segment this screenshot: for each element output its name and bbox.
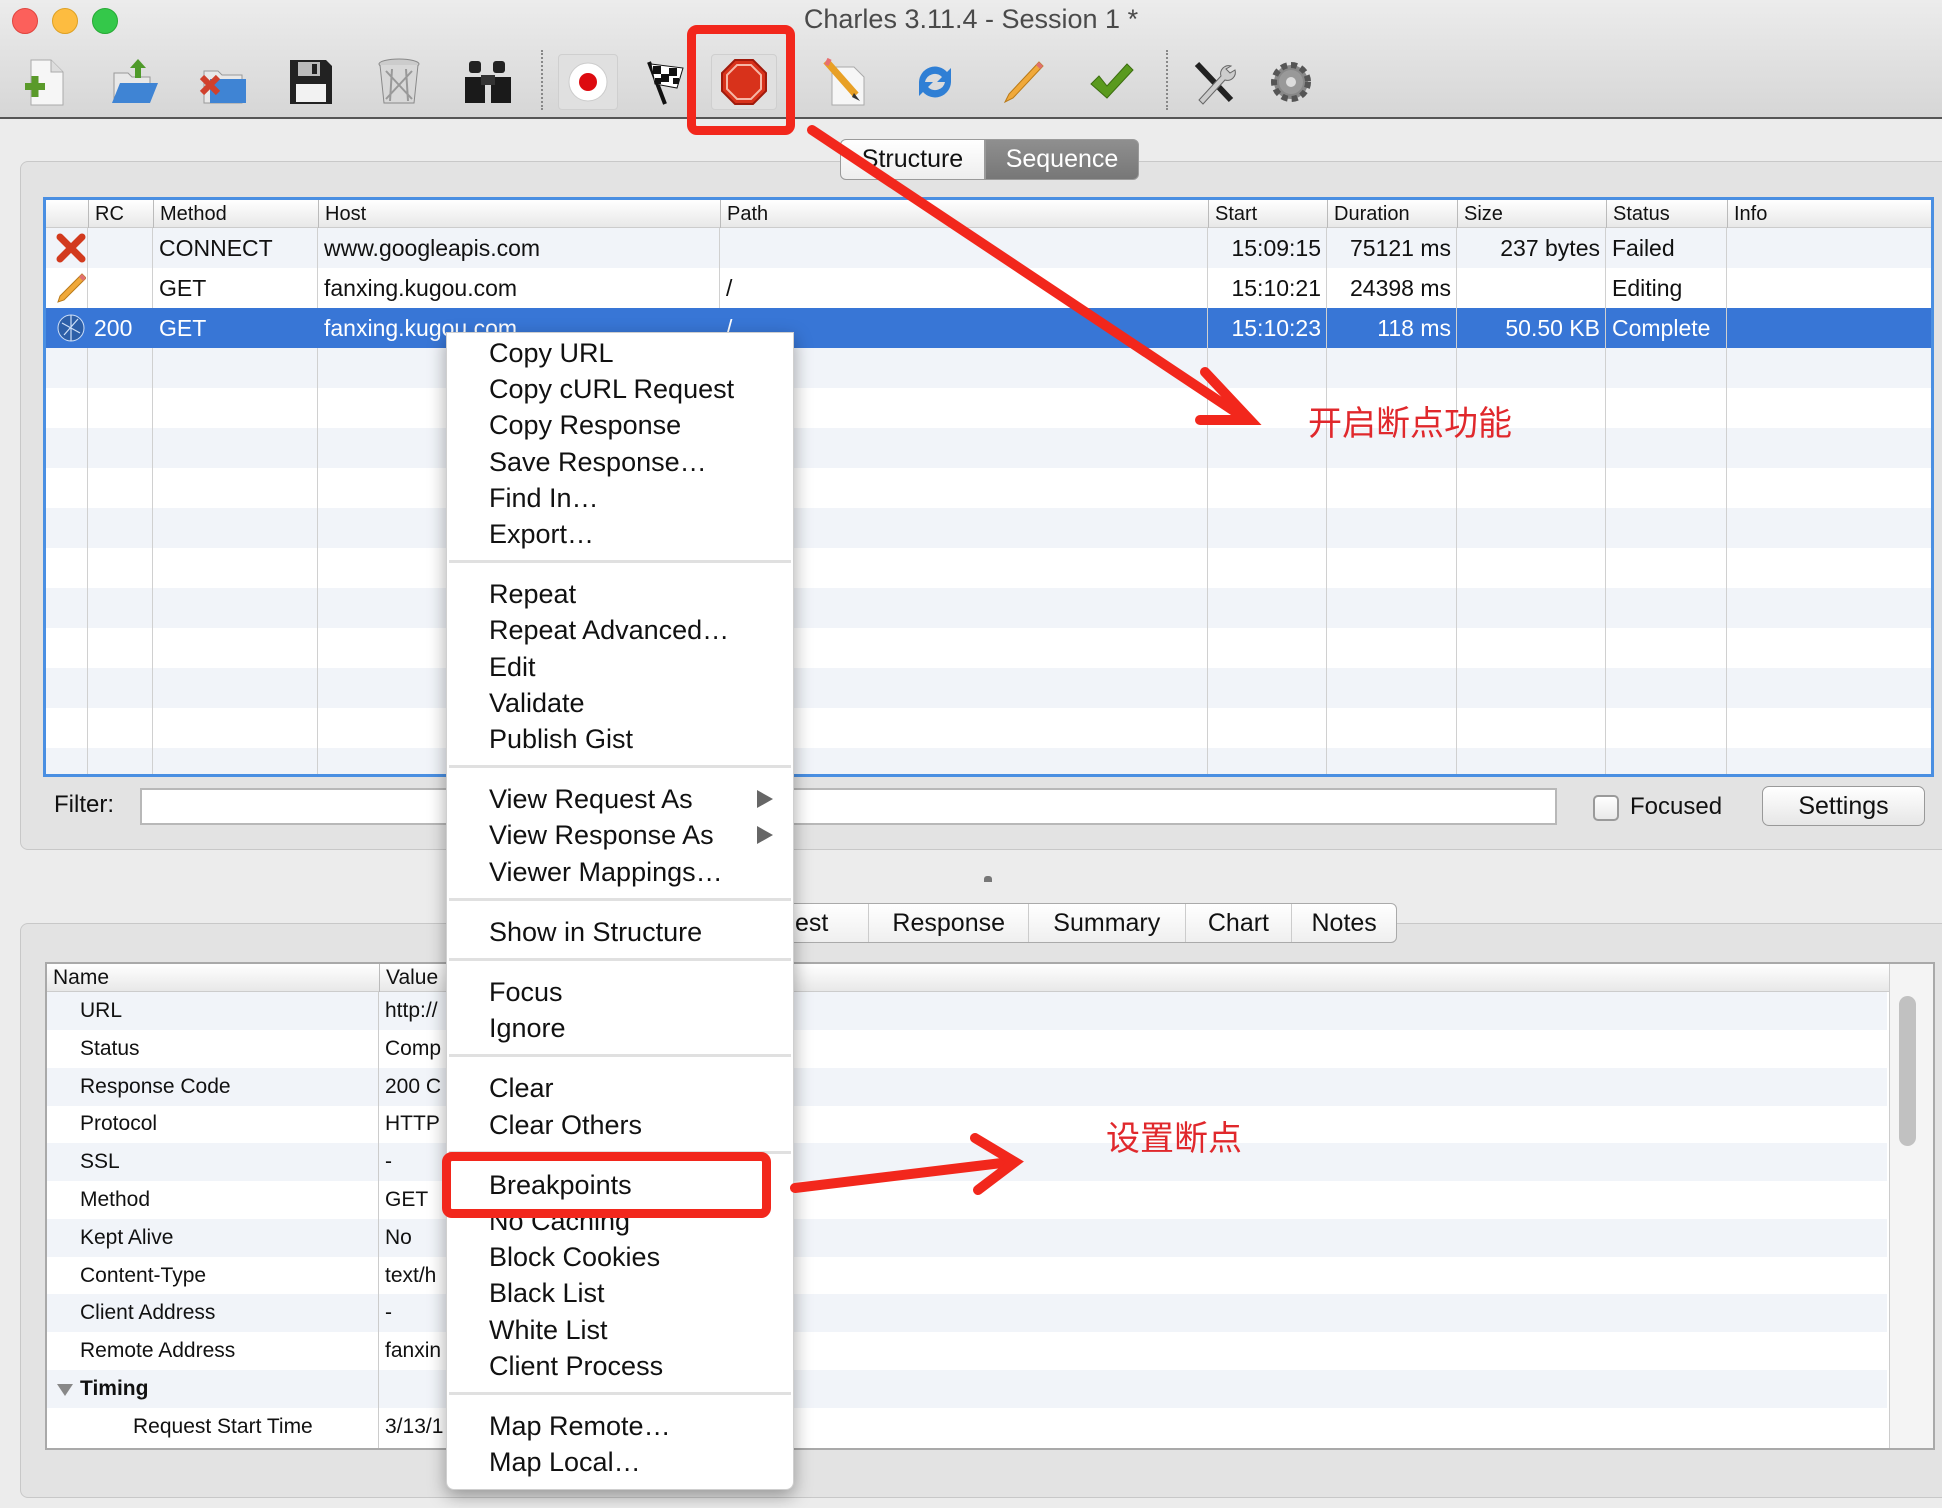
annotation-enable-breakpoints: 开启断点功能 [1308,405,1512,443]
arrow-to-enable-breakpoints [807,125,1245,420]
annotation-arrows [790,125,1262,1195]
annotation-set-breakpoint: 设置断点 [1106,1120,1242,1158]
